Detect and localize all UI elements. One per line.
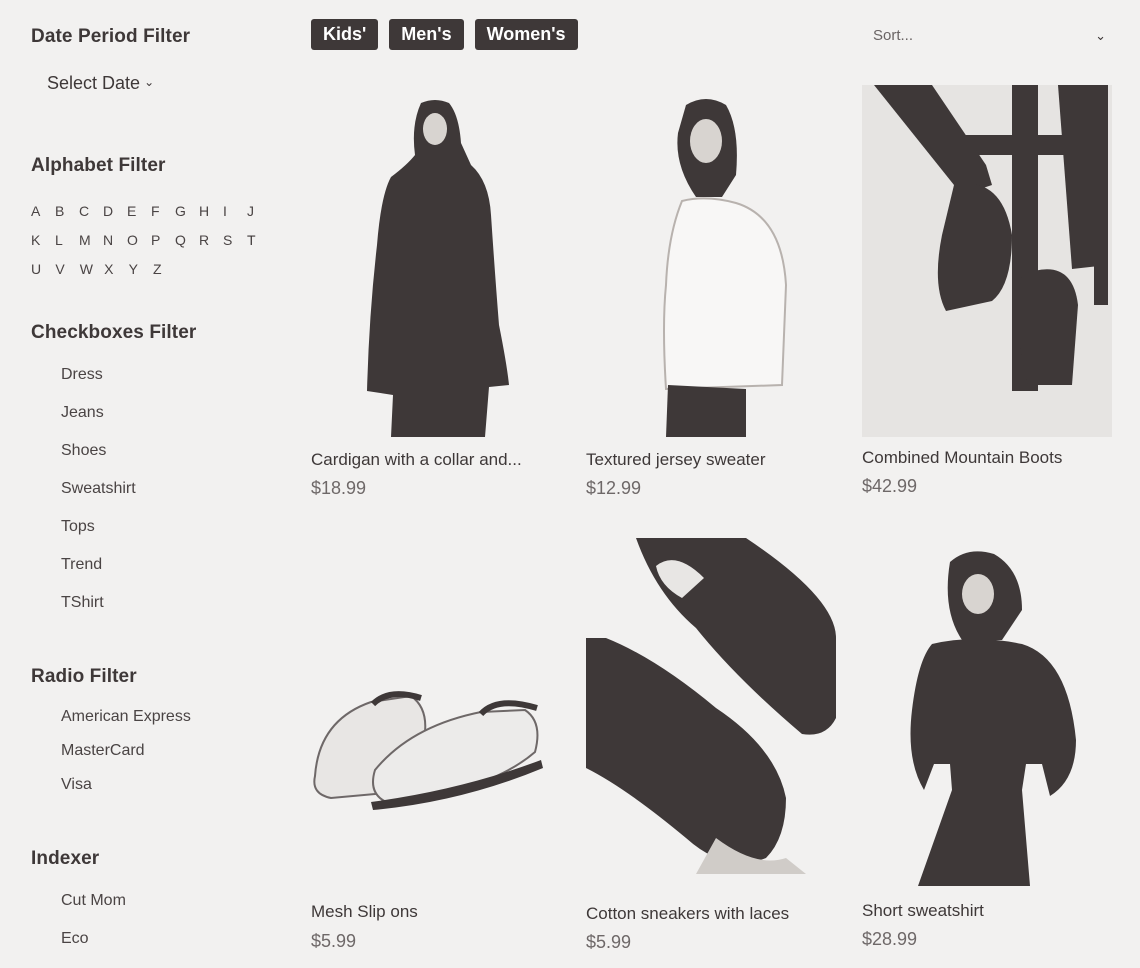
date-period-filter-title: Date Period Filter: [31, 26, 191, 47]
radio-list: American Express MasterCard Visa: [61, 708, 191, 810]
checkbox-item-jeans[interactable]: Jeans: [61, 404, 136, 442]
product-name[interactable]: Cardigan with a collar and...: [311, 450, 522, 470]
product-card[interactable]: Mesh Slip ons $5.99: [311, 540, 561, 960]
letter-v[interactable]: V: [55, 261, 79, 277]
chevron-down-icon: ⌄: [144, 75, 155, 89]
letter-f[interactable]: F: [151, 203, 175, 219]
checkbox-item-tops[interactable]: Tops: [61, 518, 136, 556]
letter-o[interactable]: O: [127, 232, 151, 248]
letter-b[interactable]: B: [55, 203, 79, 219]
letter-p[interactable]: P: [151, 232, 175, 248]
product-name[interactable]: Textured jersey sweater: [586, 450, 766, 470]
chevron-down-icon: ⌄: [1095, 28, 1106, 43]
product-price: $5.99: [311, 931, 357, 951]
letter-t[interactable]: T: [247, 232, 271, 248]
indexer-list: Cut Mom Eco: [61, 892, 126, 968]
alphabet-row: A B C D E F G H I J: [31, 196, 271, 225]
alphabet-grid: A B C D E F G H I J K L M N O P Q R S T …: [31, 196, 271, 283]
select-date-label: Select Date: [47, 73, 141, 93]
letter-r[interactable]: R: [199, 232, 223, 248]
checkbox-item-trend[interactable]: Trend: [61, 556, 136, 594]
checkbox-item-dress[interactable]: Dress: [61, 366, 136, 404]
checkbox-item-sweatshirt[interactable]: Sweatshirt: [61, 480, 136, 518]
sort-dropdown[interactable]: Sort... ⌄: [864, 24, 1112, 50]
product-card[interactable]: Textured jersey sweater $12.99: [586, 85, 836, 505]
tab-mens[interactable]: Men's: [389, 19, 464, 50]
letter-w[interactable]: W: [80, 261, 104, 277]
product-card[interactable]: Short sweatshirt $28.99: [862, 540, 1112, 960]
letter-e[interactable]: E: [127, 203, 151, 219]
radio-item-mastercard[interactable]: MasterCard: [61, 742, 191, 776]
letter-h[interactable]: H: [199, 203, 223, 219]
product-name[interactable]: Cotton sneakers with laces: [586, 904, 789, 924]
indexer-item-cut-mom[interactable]: Cut Mom: [61, 892, 126, 930]
letter-y[interactable]: Y: [129, 261, 153, 277]
letter-s[interactable]: S: [223, 232, 247, 248]
product-image-boots[interactable]: [862, 85, 1112, 437]
product-name[interactable]: Combined Mountain Boots: [862, 448, 1062, 468]
letter-d[interactable]: D: [103, 203, 127, 219]
product-name[interactable]: Short sweatshirt: [862, 901, 984, 921]
letter-i[interactable]: I: [223, 203, 247, 219]
alphabet-filter-title: Alphabet Filter: [31, 155, 166, 176]
product-price: $5.99: [586, 932, 632, 952]
product-price: $18.99: [311, 478, 367, 498]
product-card[interactable]: Cardigan with a collar and... $18.99: [311, 85, 561, 505]
letter-a[interactable]: A: [31, 203, 55, 219]
letter-q[interactable]: Q: [175, 232, 199, 248]
tab-womens[interactable]: Women's: [474, 19, 578, 50]
radio-filter-title: Radio Filter: [31, 666, 137, 687]
filter-sidebar: Date Period Filter Select Date ⌄ Alphabet…: [31, 0, 291, 967]
letter-k[interactable]: K: [31, 232, 55, 248]
alphabet-row: K L M N O P Q R S T: [31, 225, 271, 254]
tab-kids[interactable]: Kids': [311, 19, 379, 50]
product-card[interactable]: Cotton sneakers with laces $5.99: [586, 538, 836, 960]
radio-item-american-express[interactable]: American Express: [61, 708, 191, 742]
letter-c[interactable]: C: [79, 203, 103, 219]
indexer-item-eco[interactable]: Eco: [61, 930, 126, 968]
checkboxes-list: Dress Jeans Shoes Sweatshirt Tops Trend …: [61, 366, 136, 632]
letter-g[interactable]: G: [175, 203, 199, 219]
product-price: $12.99: [586, 478, 642, 498]
indexer-title: Indexer: [31, 848, 100, 869]
product-name[interactable]: Mesh Slip ons: [311, 902, 418, 922]
product-image-sweatshirt[interactable]: [862, 540, 1112, 892]
letter-n[interactable]: N: [103, 232, 127, 248]
category-tabs: Kids' Men's Women's: [311, 19, 578, 50]
product-price: $28.99: [862, 929, 918, 949]
letter-u[interactable]: U: [31, 261, 55, 277]
product-card[interactable]: Combined Mountain Boots $42.99: [862, 85, 1112, 505]
product-image-sneakers[interactable]: [586, 538, 836, 890]
product-image-slip-ons[interactable]: [311, 540, 561, 892]
letter-m[interactable]: M: [79, 232, 103, 248]
checkboxes-filter-title: Checkboxes Filter: [31, 322, 197, 343]
product-price: $42.99: [862, 476, 918, 496]
letter-z[interactable]: Z: [153, 261, 177, 277]
checkbox-item-shoes[interactable]: Shoes: [61, 442, 136, 480]
letter-l[interactable]: L: [55, 232, 79, 248]
sort-label: Sort...: [873, 27, 914, 44]
checkbox-item-tshirt[interactable]: TShirt: [61, 594, 136, 632]
letter-x[interactable]: X: [104, 261, 128, 277]
select-date-dropdown[interactable]: Select Date ⌄: [47, 73, 154, 94]
product-image-sweater[interactable]: [586, 85, 836, 437]
alphabet-row: U V W X Y Z: [31, 254, 271, 283]
product-image-cardigan[interactable]: [311, 85, 561, 437]
radio-item-visa[interactable]: Visa: [61, 776, 191, 810]
letter-j[interactable]: J: [247, 203, 271, 219]
